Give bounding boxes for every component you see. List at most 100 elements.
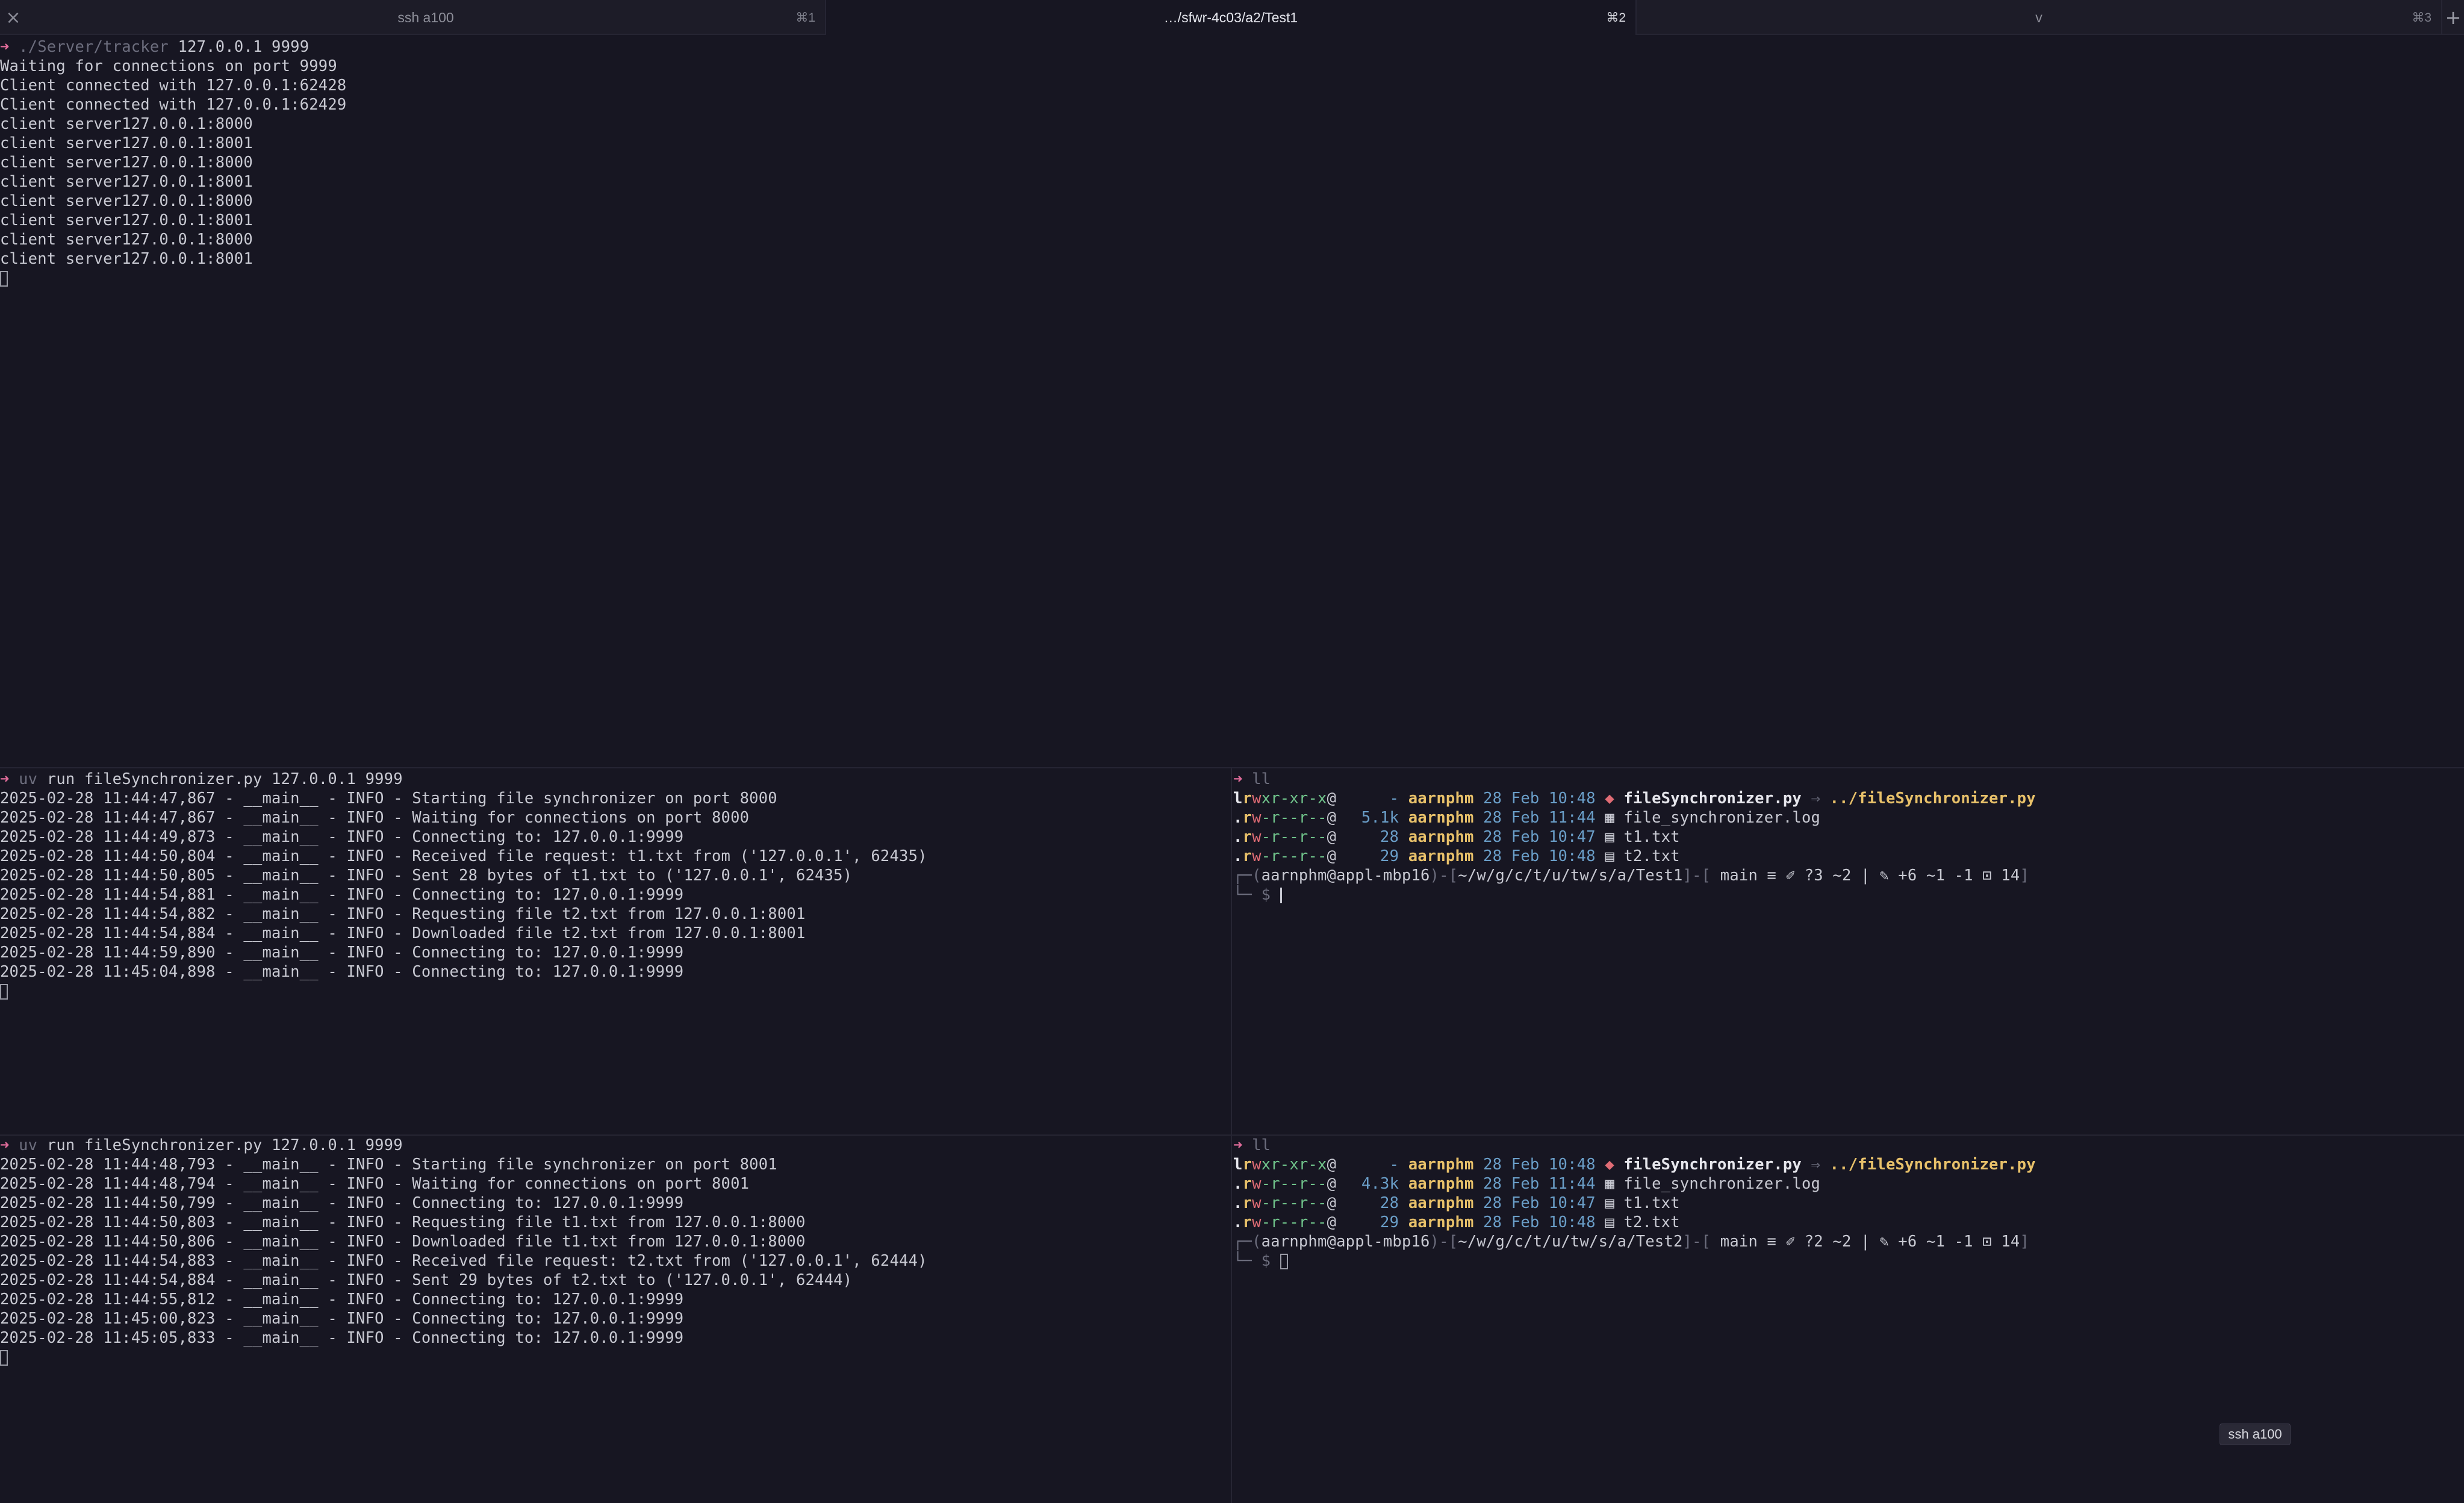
input-line[interactable]: └─ $ (1233, 1251, 2464, 1271)
output-line: 2025-02-28 11:45:04,898 - __main__ - INF… (0, 963, 684, 981)
perm-type: . (1233, 1213, 1243, 1231)
pane-divider[interactable] (0, 767, 2464, 768)
file-name: t2.txt (1623, 847, 1680, 865)
list-item[interactable]: lrwxr-xr-x@ - aarnphm 28 Feb 10:48 ◆ file… (1233, 1155, 2464, 1174)
prompt-path: ~/w/g/c/t/u/tw/s/a/Test1 (1458, 867, 1683, 885)
perm-read: r (1242, 828, 1252, 846)
tab-test1[interactable]: …/sfwr-4c03/a2/Test1 ⌘2 (826, 0, 1637, 35)
link-arrow-icon: ⇒ (1801, 789, 1830, 808)
tooltip: ssh a100 (2220, 1424, 2291, 1445)
perm-xattr: @ (1327, 1175, 1337, 1193)
perm-xattr: @ (1327, 847, 1337, 865)
output-line: 2025-02-28 11:44:50,805 - __main__ - INF… (0, 867, 853, 885)
file-date: 28 Feb 10:48 (1483, 847, 1596, 865)
file-owner: aarnphm (1408, 1213, 1474, 1231)
output-line: 2025-02-28 11:44:54,881 - __main__ - INF… (0, 886, 684, 904)
tab-label: v (2035, 9, 2042, 25)
output-line: 2025-02-28 11:44:59,890 - __main__ - INF… (0, 944, 684, 962)
input-line[interactable]: └─ $ (1233, 885, 2464, 904)
list-item[interactable]: .rw-r--r--@ 28 aarnphm 28 Feb 10:47 ▤ t1.… (1233, 1193, 2464, 1213)
tab-bar: × ssh a100 ⌘1 …/sfwr-4c03/a2/Test1 ⌘2 v … (0, 0, 2464, 35)
perm-read: r (1242, 789, 1252, 808)
prompt-arrow-icon: ➜ (0, 770, 10, 788)
perm-rest: -r--r-- (1261, 847, 1327, 865)
terminal-pane-test1-listing[interactable]: ➜ ll lrwxr-xr-x@ - aarnphm 28 Feb 10:48 ◆… (1233, 770, 2464, 1133)
shell-prompt: ┌─(aarnphm@appl-mbp16)-[~/w/g/c/t/u/tw/s… (1233, 867, 2030, 885)
file-size: 28 (1380, 828, 1399, 846)
perm-type: l (1233, 789, 1243, 808)
prompt-arrow-icon: ➜ (1233, 770, 1243, 788)
file-listing: lrwxr-xr-x@ - aarnphm 28 Feb 10:48 ◆ file… (1233, 789, 2464, 866)
list-item[interactable]: .rw-r--r--@ 29 aarnphm 28 Feb 10:48 ▤ t2.… (1233, 1213, 2464, 1232)
output-line: 2025-02-28 11:44:50,806 - __main__ - INF… (0, 1233, 806, 1251)
prompt-arrow-icon: ➜ (1233, 1136, 1243, 1154)
file-type-icon: ▤ (1605, 1194, 1614, 1212)
perm-rest: -r--r-- (1261, 1175, 1327, 1193)
output-line: 2025-02-28 11:45:05,833 - __main__ - INF… (0, 1329, 684, 1347)
perm-rest: -r--r-- (1261, 809, 1327, 827)
list-item[interactable]: .rw-r--r--@ 5.1k aarnphm 28 Feb 11:44 ▦ f… (1233, 808, 2464, 827)
list-item[interactable]: .rw-r--r--@ 4.3k aarnphm 28 Feb 11:44 ▦ f… (1233, 1174, 2464, 1193)
terminal-pane-sync-8001[interactable]: ➜ uv run fileSynchronizer.py 127.0.0.1 9… (0, 1136, 1230, 1503)
cursor (0, 271, 8, 287)
file-size: 5.1k (1361, 809, 1399, 827)
output-line: 2025-02-28 11:44:54,883 - __main__ - INF… (0, 1252, 927, 1270)
file-size: 4.3k (1361, 1175, 1399, 1193)
command-line: ➜ ll (1233, 770, 2464, 789)
perm-write: w (1252, 809, 1262, 827)
output-line: Client connected with 127.0.0.1:62429 (0, 96, 347, 114)
output-line: client server127.0.0.1:8000 (0, 231, 253, 249)
list-item[interactable]: lrwxr-xr-x@ - aarnphm 28 Feb 10:48 ◆ file… (1233, 789, 2464, 808)
file-type-icon: ◆ (1605, 789, 1614, 808)
list-item[interactable]: .rw-r--r--@ 28 aarnphm 28 Feb 10:47 ▤ t1.… (1233, 827, 2464, 847)
prompt-user: aarnphm@appl-mbp16 (1261, 867, 1430, 885)
perm-read: r (1242, 1213, 1252, 1231)
output-line: client server127.0.0.1:8001 (0, 250, 253, 268)
tab-label: …/sfwr-4c03/a2/Test1 (1163, 9, 1298, 25)
output-line: 2025-02-28 11:44:50,804 - __main__ - INF… (0, 847, 927, 865)
perm-write: w (1252, 1156, 1262, 1174)
file-type-icon: ▦ (1605, 809, 1614, 827)
output-line: 2025-02-28 11:44:55,812 - __main__ - INF… (0, 1290, 684, 1309)
perm-write: w (1252, 828, 1262, 846)
command-program: uv (19, 1136, 38, 1154)
command-program: ll (1252, 770, 1271, 788)
command-program: ll (1252, 1136, 1271, 1154)
file-listing: lrwxr-xr-x@ - aarnphm 28 Feb 10:48 ◆ file… (1233, 1155, 2464, 1232)
terminal-pane-test2-listing[interactable]: ➜ ll lrwxr-xr-x@ - aarnphm 28 Feb 10:48 ◆… (1233, 1136, 2464, 1503)
tab-ssh-a100[interactable]: ssh a100 ⌘1 (26, 0, 826, 35)
output-line: 2025-02-28 11:44:54,882 - __main__ - INF… (0, 905, 806, 923)
file-type-icon: ▤ (1605, 828, 1614, 846)
file-owner: aarnphm (1408, 789, 1474, 808)
file-owner: aarnphm (1408, 828, 1474, 846)
file-name: fileSynchronizer.py (1623, 789, 1802, 808)
file-date: 28 Feb 11:44 (1483, 809, 1596, 827)
output-line: 2025-02-28 11:44:48,794 - __main__ - INF… (0, 1175, 750, 1193)
terminal-pane-sync-8000[interactable]: ➜ uv run fileSynchronizer.py 127.0.0.1 9… (0, 770, 1230, 1133)
list-item[interactable]: .rw-r--r--@ 29 aarnphm 28 Feb 10:48 ▤ t2.… (1233, 847, 2464, 866)
command-args: run fileSynchronizer.py 127.0.0.1 9999 (37, 1136, 403, 1154)
file-size: - (1389, 1156, 1399, 1174)
prompt-git-status: main ≡ ✐ ?2 ~2 | ✎ +6 ~1 -1 ⊡ 14 (1711, 1233, 2020, 1251)
cursor (1280, 1254, 1288, 1269)
close-tab-icon[interactable]: × (0, 0, 26, 35)
perm-xattr: @ (1327, 809, 1337, 827)
new-tab-plus-icon[interactable]: + (2442, 0, 2464, 35)
pane-divider[interactable] (1231, 768, 1232, 1503)
cursor-line (0, 982, 1230, 1001)
prompt-user: aarnphm@appl-mbp16 (1261, 1233, 1430, 1251)
output-line: 2025-02-28 11:44:47,867 - __main__ - INF… (0, 789, 777, 808)
terminal-pane-tracker[interactable]: ➜ ./Server/tracker 127.0.0.1 9999 Waitin… (0, 37, 2464, 766)
perm-type: . (1233, 847, 1243, 865)
output-line: 2025-02-28 11:44:49,873 - __main__ - INF… (0, 828, 684, 846)
tab-v[interactable]: v ⌘3 (1637, 0, 2442, 35)
command-line: ➜ uv run fileSynchronizer.py 127.0.0.1 9… (0, 1136, 1230, 1155)
output-line: client server127.0.0.1:8000 (0, 192, 253, 210)
cursor-line (0, 269, 2464, 288)
prompt-arrow-icon: ➜ (0, 1136, 10, 1154)
output-line: 2025-02-28 11:44:50,803 - __main__ - INF… (0, 1213, 806, 1231)
cursor (1280, 888, 1282, 903)
perm-xattr: @ (1327, 1156, 1337, 1174)
file-size: 29 (1380, 847, 1399, 865)
perm-xattr: @ (1327, 1213, 1337, 1231)
